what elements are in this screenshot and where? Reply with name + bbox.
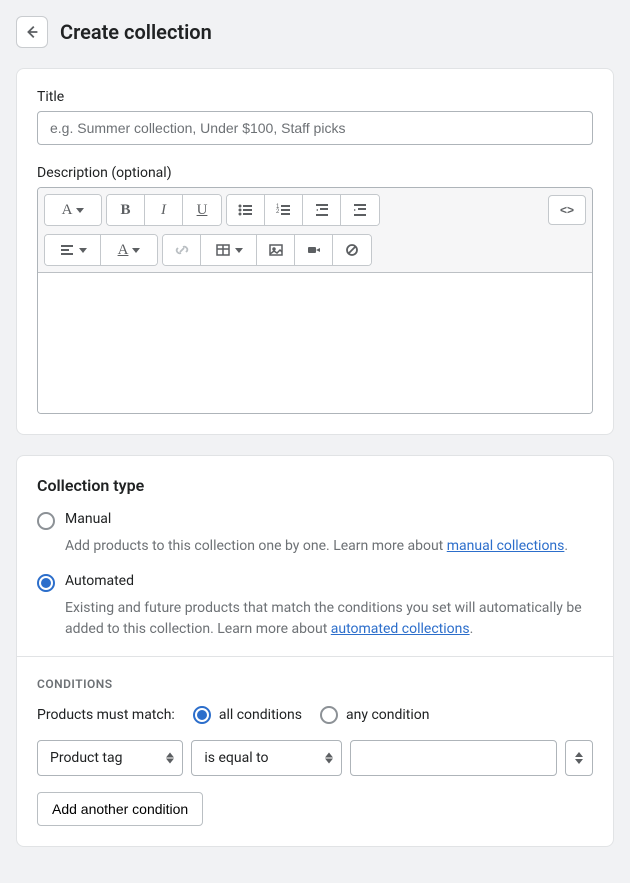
- rte-bullet-list-button[interactable]: [227, 195, 265, 225]
- collection-type-heading: Collection type: [37, 476, 593, 495]
- match-all-label: all conditions: [219, 707, 302, 723]
- rte-indent-button[interactable]: [341, 195, 379, 225]
- indent-icon: [352, 202, 368, 218]
- automated-help-text: Existing and future products that match …: [65, 598, 593, 640]
- clear-format-icon: [344, 242, 360, 258]
- radio-icon: [320, 706, 338, 724]
- rte-outdent-button[interactable]: [303, 195, 341, 225]
- collection-type-manual-option[interactable]: Manual: [37, 511, 593, 530]
- radio-icon: [193, 706, 211, 724]
- collection-type-automated-option[interactable]: Automated: [37, 573, 593, 592]
- svg-text:2: 2: [276, 209, 280, 215]
- rte-link-button[interactable]: [163, 235, 201, 265]
- title-input[interactable]: [37, 111, 593, 145]
- description-label: Description (optional): [37, 165, 593, 181]
- rte-italic-button[interactable]: I: [145, 195, 183, 225]
- outdent-icon: [314, 202, 330, 218]
- condition-operator-select[interactable]: is equal to: [191, 740, 341, 776]
- match-any-option[interactable]: any condition: [320, 705, 430, 724]
- arrow-left-icon: [23, 23, 41, 41]
- rte-image-button[interactable]: [257, 235, 295, 265]
- rte-paragraph-style-button[interactable]: A: [45, 195, 101, 225]
- rte-table-button[interactable]: [201, 235, 257, 265]
- select-caret-icon: [166, 753, 174, 764]
- link-icon: [174, 242, 190, 258]
- rte-bold-button[interactable]: B: [107, 195, 145, 225]
- select-caret-icon: [325, 753, 333, 764]
- rich-text-editor: A B I U 12 <>: [37, 187, 593, 414]
- collection-type-card: Collection type Manual Add products to t…: [16, 455, 614, 847]
- rte-video-button[interactable]: [295, 235, 333, 265]
- numbered-list-icon: 12: [276, 202, 292, 218]
- automated-label: Automated: [65, 573, 134, 589]
- rte-html-button[interactable]: <>: [548, 195, 586, 225]
- condition-value-input[interactable]: [350, 740, 557, 776]
- rte-underline-button[interactable]: U: [183, 195, 221, 225]
- bullet-list-icon: [238, 202, 254, 218]
- table-icon: [215, 242, 231, 258]
- rte-color-button[interactable]: A: [101, 235, 157, 265]
- radio-icon: [37, 574, 55, 592]
- rte-toolbar: A B I U 12 <>: [38, 188, 592, 273]
- match-any-label: any condition: [346, 707, 430, 723]
- condition-row: Product tag is equal to: [37, 740, 593, 776]
- page-title: Create collection: [60, 20, 212, 44]
- add-condition-button[interactable]: Add another condition: [37, 792, 203, 826]
- rte-clear-button[interactable]: [333, 235, 371, 265]
- video-icon: [306, 242, 322, 258]
- radio-icon: [37, 512, 55, 530]
- condition-field-select[interactable]: Product tag: [37, 740, 183, 776]
- align-icon: [59, 242, 75, 258]
- condition-action-button[interactable]: [565, 740, 593, 776]
- manual-help-text: Add products to this collection one by o…: [65, 536, 593, 557]
- title-description-card: Title Description (optional) A B I U 12: [16, 68, 614, 435]
- rte-align-button[interactable]: [45, 235, 101, 265]
- image-icon: [268, 242, 284, 258]
- match-label: Products must match:: [37, 707, 175, 723]
- match-all-option[interactable]: all conditions: [193, 705, 302, 724]
- title-label: Title: [37, 89, 593, 105]
- rte-numbered-list-button[interactable]: 12: [265, 195, 303, 225]
- select-caret-icon: [575, 752, 583, 764]
- conditions-heading: CONDITIONS: [37, 677, 593, 691]
- manual-collections-link[interactable]: manual collections: [447, 538, 565, 554]
- manual-label: Manual: [65, 511, 111, 527]
- rte-content-area[interactable]: [38, 273, 592, 413]
- back-button[interactable]: [16, 16, 48, 48]
- automated-collections-link[interactable]: automated collections: [331, 621, 470, 637]
